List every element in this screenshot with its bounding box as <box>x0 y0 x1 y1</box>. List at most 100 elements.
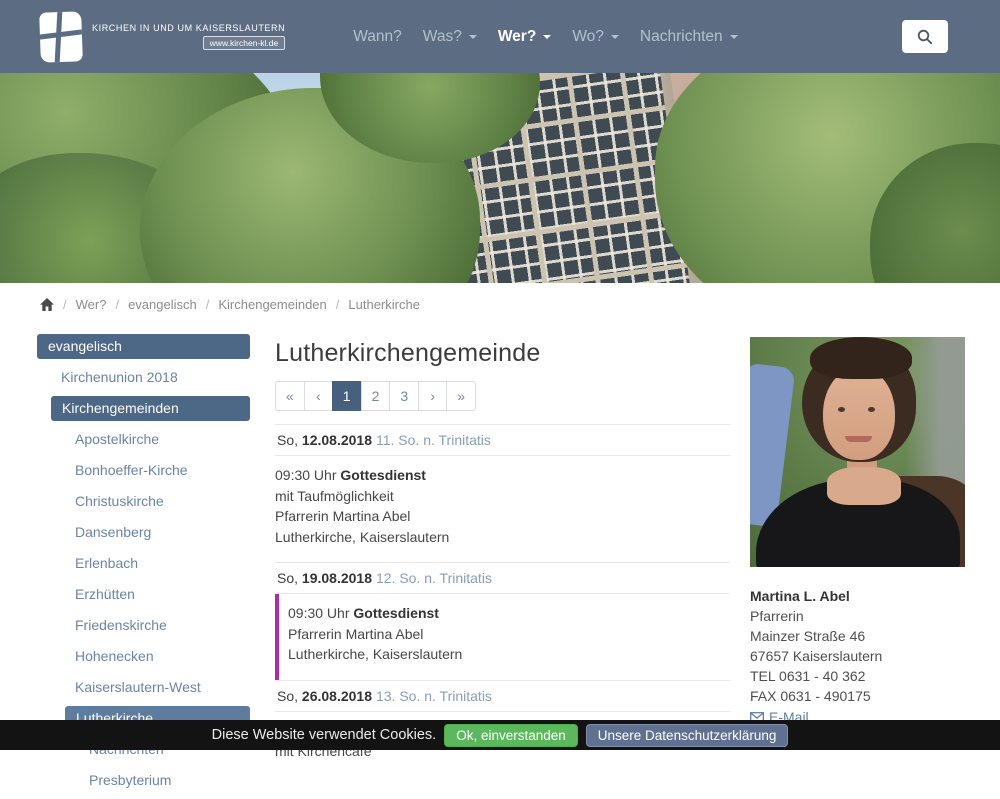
chevron-down-icon <box>730 35 738 39</box>
cookie-accept-button[interactable]: Ok, einverstanden <box>444 724 578 747</box>
sidebar-item-christuskirche[interactable]: Christuskirche <box>37 489 250 514</box>
cookie-privacy-button[interactable]: Unsere Datenschutzerklärung <box>586 724 789 747</box>
search-button[interactable] <box>902 20 948 53</box>
breadcrumb: / Wer? / evangelisch / Kirchengemeinden / Luthe… <box>0 283 1000 324</box>
sidebar-item-kirchenunion-2018[interactable]: Kirchenunion 2018 <box>37 365 250 390</box>
event-date: 19.08.2018 <box>302 570 372 586</box>
nav-item-label: Nachrichten <box>640 28 723 46</box>
pagination-last[interactable]: » <box>446 381 476 411</box>
chevron-down-icon <box>543 35 551 39</box>
event-date: 26.08.2018 <box>302 688 372 704</box>
church-window-cross-icon <box>39 11 83 62</box>
cookie-banner: Diese Website verwendet Cookies. Ok, ein… <box>0 720 1000 750</box>
brand-text: KIRCHEN IN UND UM KAISERSLAUTERN www.kir… <box>92 23 285 50</box>
nav-item-label: Wann? <box>353 28 402 46</box>
sidebar-item-presbyterium[interactable]: Presbyterium <box>37 768 250 793</box>
breadcrumb-separator: / <box>115 297 119 312</box>
page-title: Lutherkirchengemeinde <box>275 339 730 368</box>
event-date-prefix: So, <box>277 570 302 586</box>
sidebar-item-kirchengemeinden[interactable]: Kirchengemeinden <box>51 396 250 421</box>
nav-item-was[interactable]: Was? <box>420 22 480 52</box>
nav-item-wer[interactable]: Wer? <box>495 22 554 52</box>
event-date-row: So, 19.08.201812. So. n. Trinitatis <box>275 562 730 594</box>
event-detail-line: Pfarrerin Martina Abel <box>288 624 730 645</box>
event-time-title: 09:30 Uhr Gottesdienst <box>275 465 730 486</box>
event-time-title: 09:30 Uhr Gottesdienst <box>288 603 730 624</box>
search-icon <box>916 28 934 46</box>
event-detail-line: mit Taufmöglichkeit <box>275 486 730 507</box>
breadcrumb-link-wer[interactable]: Wer? <box>76 297 107 312</box>
contact-tel: TEL 0631 - 40 362 <box>750 666 965 686</box>
photo-face <box>823 367 895 460</box>
event-title: Gottesdienst <box>340 467 426 483</box>
event-title: Gottesdienst <box>353 605 439 621</box>
sidebar-item-erzhütten[interactable]: Erzhütten <box>37 582 250 607</box>
sunday-name-link[interactable]: 13. So. n. Trinitatis <box>376 688 492 704</box>
nav-menu: Wann? Was? Wer? Wo? Nachrichten <box>350 22 740 52</box>
event-entry: So, 12.08.201811. So. n. Trinitatis09:30… <box>275 424 730 562</box>
event-date-row: So, 26.08.201813. So. n. Trinitatis <box>275 680 730 712</box>
nav-item-label: Wo? <box>572 28 604 46</box>
home-icon[interactable] <box>40 298 54 311</box>
sunday-name-link[interactable]: 11. So. n. Trinitatis <box>376 432 491 448</box>
nav-item-label: Was? <box>423 28 462 46</box>
contact-city: 67657 Kaiserslautern <box>750 646 965 666</box>
brand-title: KIRCHEN IN UND UM KAISERSLAUTERN <box>92 23 285 33</box>
pagination-page-2[interactable]: 2 <box>361 381 391 411</box>
event-date-row: So, 12.08.201811. So. n. Trinitatis <box>275 424 730 456</box>
event-date-prefix: So, <box>277 432 302 448</box>
hero-image-church-facade <box>0 73 1000 283</box>
site-logo[interactable]: KIRCHEN IN UND UM KAISERSLAUTERN www.kir… <box>40 12 285 62</box>
breadcrumb-separator: / <box>336 297 340 312</box>
contact-card: Martina L. Abel Pfarrerin Mainzer Straße… <box>750 586 965 727</box>
sunday-name-link[interactable]: 12. So. n. Trinitatis <box>376 570 492 586</box>
sidebar-item-kaiserslautern-west[interactable]: Kaiserslautern-West <box>37 675 250 700</box>
sidebar-item-erlenbach[interactable]: Erlenbach <box>37 551 250 576</box>
breadcrumb-separator: / <box>206 297 210 312</box>
event-time: 09:30 Uhr <box>288 605 353 621</box>
sidebar-item-evangelisch[interactable]: evangelisch <box>37 334 250 359</box>
chevron-down-icon <box>611 35 619 39</box>
photo-hair-fringe <box>810 337 912 379</box>
sidebar-item-apostelkirche[interactable]: Apostelkirche <box>37 427 250 452</box>
breadcrumb-separator: / <box>63 297 67 312</box>
event-time: 09:30 Uhr <box>275 467 340 483</box>
sidebar-item-friedenskirche[interactable]: Friedenskirche <box>37 613 250 638</box>
event-detail-line: Pfarrerin Martina Abel <box>275 506 730 527</box>
pagination: «‹123›» <box>275 381 476 411</box>
event-date-prefix: So, <box>277 688 302 704</box>
pagination-page-3[interactable]: 3 <box>389 381 419 411</box>
photo-eye <box>838 407 845 412</box>
photo-chest <box>827 467 901 505</box>
event-body: 09:30 Uhr Gottesdienstmit Taufmöglichkei… <box>275 456 730 562</box>
contact-street: Mainzer Straße 46 <box>750 626 965 646</box>
breadcrumb-link-kirchengemeinden[interactable]: Kirchengemeinden <box>218 297 326 312</box>
contact-name: Martina L. Abel <box>750 586 965 606</box>
event-entry: So, 19.08.201812. So. n. Trinitatis09:30… <box>275 562 730 680</box>
cookie-message: Diese Website verwendet Cookies. <box>212 727 437 743</box>
breadcrumb-items: / Wer? / evangelisch / Kirchengemeinden / Luthe… <box>63 297 420 312</box>
nav-item-wann[interactable]: Wann? <box>350 22 405 52</box>
photo-mouth <box>845 436 872 442</box>
sidebar-item-hohenecken[interactable]: Hohenecken <box>37 644 250 669</box>
top-navbar: KIRCHEN IN UND UM KAISERSLAUTERN www.kir… <box>0 0 1000 73</box>
event-body: 09:30 Uhr GottesdienstPfarrerin Martina … <box>275 594 730 680</box>
event-detail-line: Lutherkirche, Kaiserslautern <box>288 644 730 665</box>
nav-item-label: Wer? <box>498 28 536 46</box>
breadcrumb-link-lutherkirche[interactable]: Lutherkirche <box>348 297 420 312</box>
sidebar-item-bonhoeffer-kirche[interactable]: Bonhoeffer-Kirche <box>37 458 250 483</box>
nav-item-nachrichten[interactable]: Nachrichten <box>637 22 741 52</box>
event-detail-line: Lutherkirche, Kaiserslautern <box>275 527 730 548</box>
brand-url-badge: www.kirchen-kl.de <box>203 36 286 50</box>
pagination-next[interactable]: › <box>418 381 447 411</box>
portrait-photo-martina-abel <box>750 337 965 567</box>
pagination-first[interactable]: « <box>275 381 305 411</box>
pagination-prev[interactable]: ‹ <box>304 381 333 411</box>
pagination-page-1[interactable]: 1 <box>332 381 362 411</box>
sidebar-item-dansenberg[interactable]: Dansenberg <box>37 520 250 545</box>
event-date: 12.08.2018 <box>302 432 372 448</box>
nav-item-wo[interactable]: Wo? <box>569 22 622 52</box>
contact-fax: FAX 0631 - 490175 <box>750 686 965 706</box>
photo-eye <box>868 407 875 412</box>
breadcrumb-link-evangelisch[interactable]: evangelisch <box>128 297 197 312</box>
